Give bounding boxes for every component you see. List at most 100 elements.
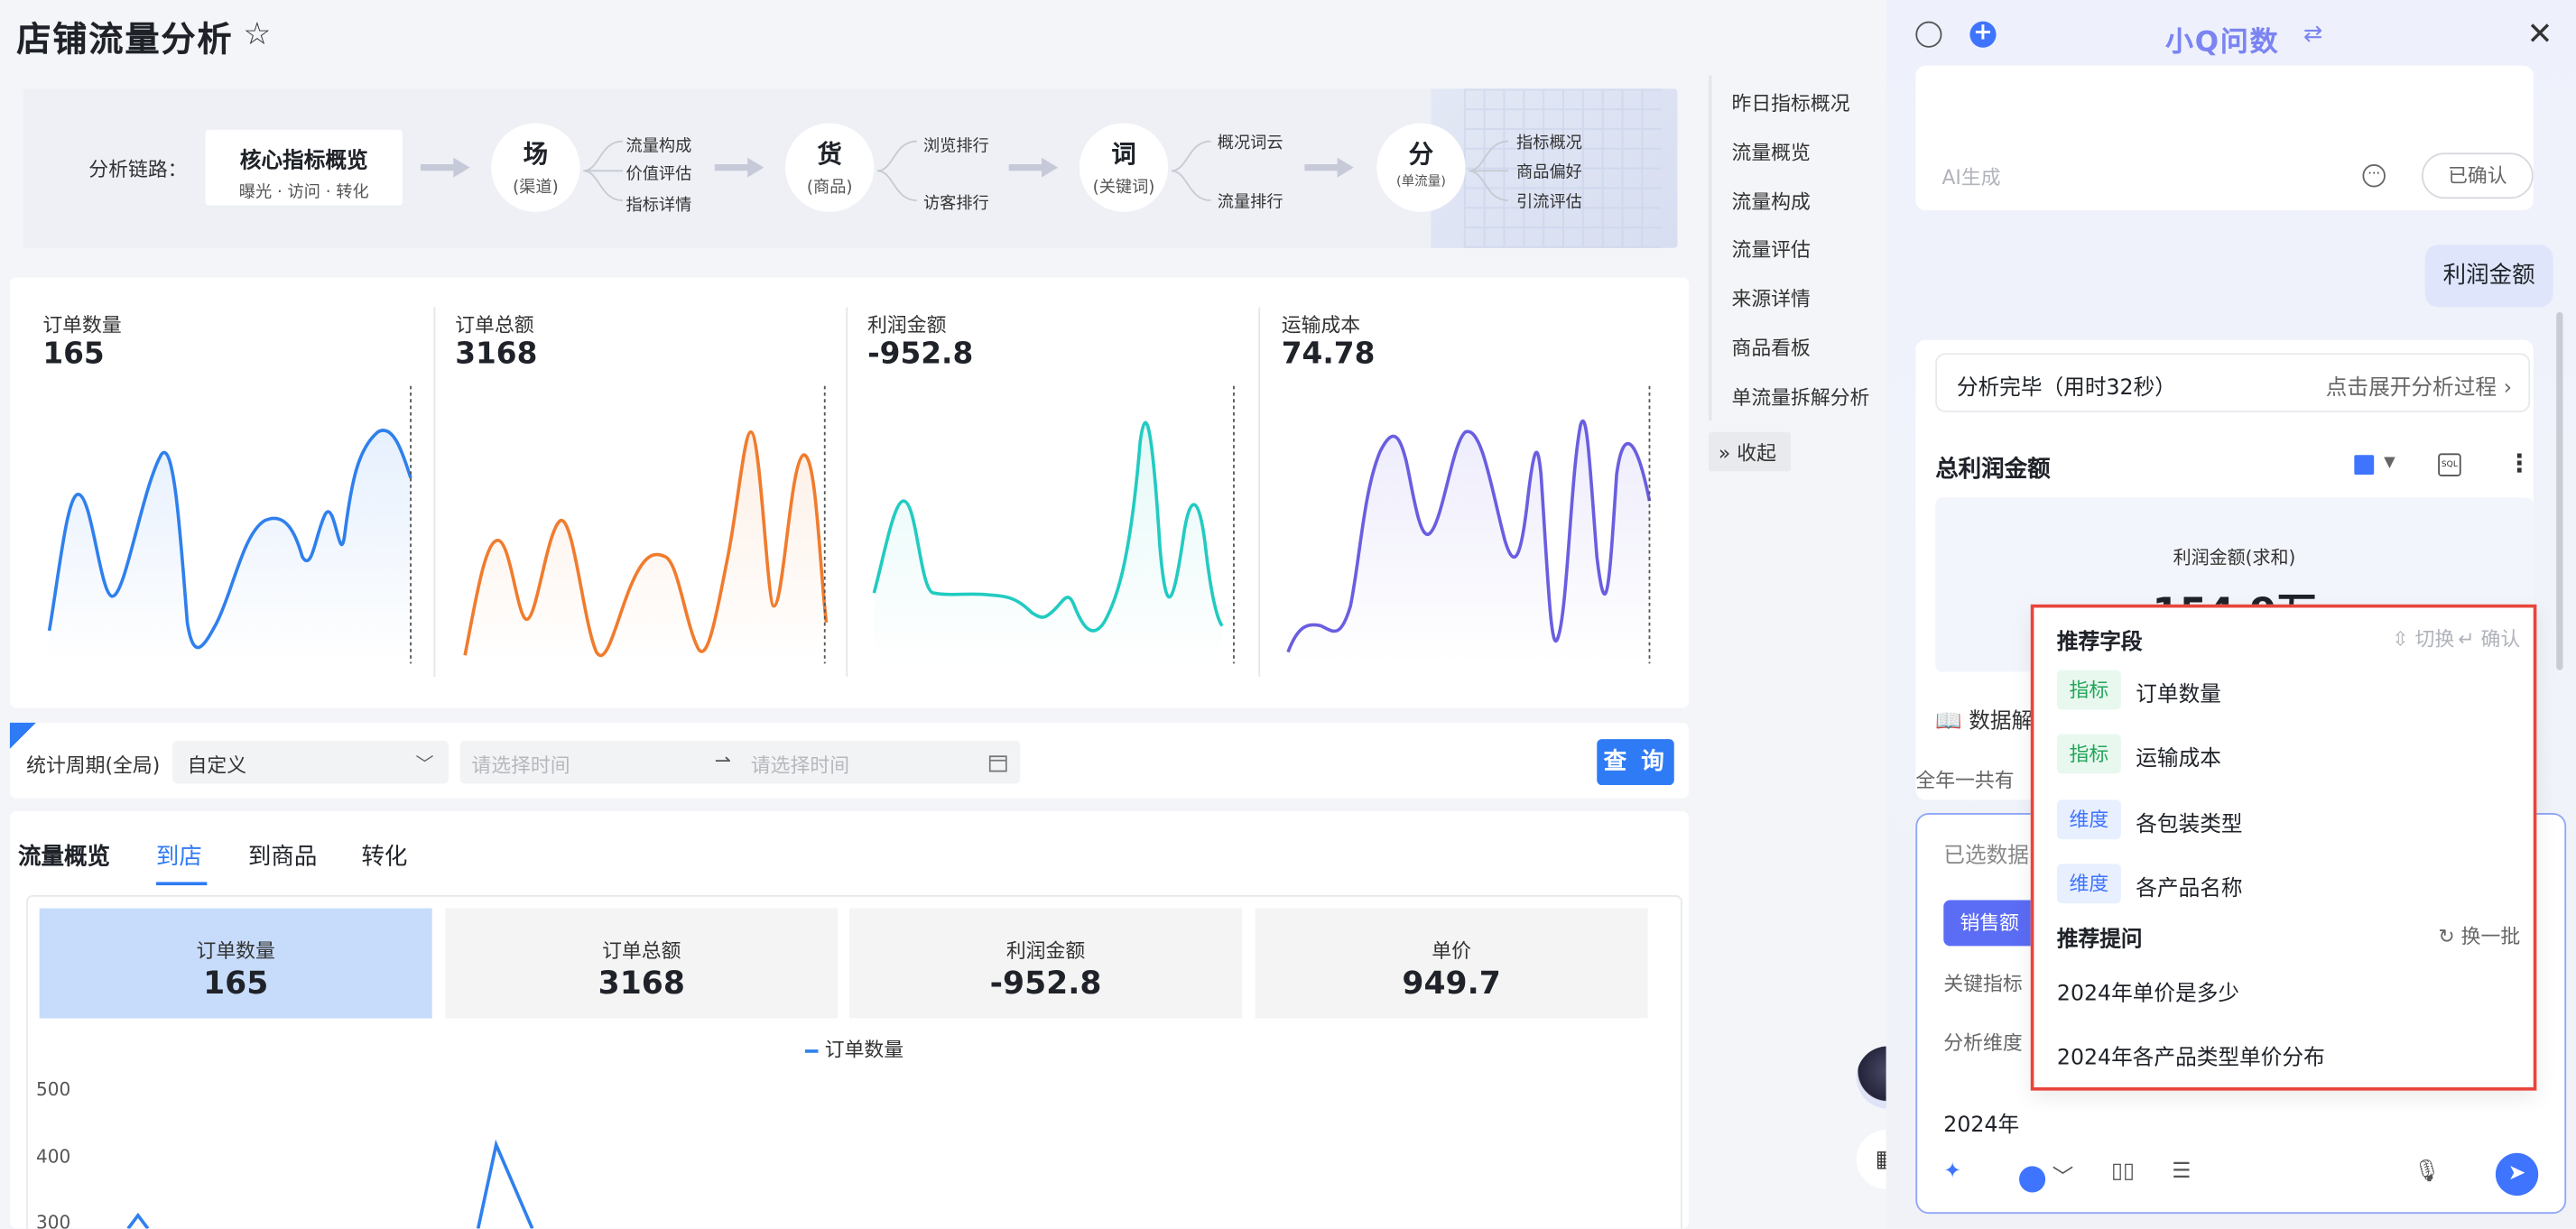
kpi-value: 3168 [455, 337, 538, 372]
chain-node-goods[interactable]: 货 (商品) [785, 123, 875, 212]
dimension-tag: 维度 [2056, 799, 2121, 840]
nav-item[interactable]: 流量概览 [1731, 138, 1810, 166]
kpi-profit[interactable]: 利润金额 -952.8 [835, 278, 1246, 708]
recommended-field[interactable]: 运输成本 [2136, 741, 2221, 772]
book-icon[interactable]: ▯▯ [2111, 1160, 2135, 1184]
dimension-tag: 维度 [2056, 864, 2121, 904]
recommended-field[interactable]: 订单数量 [2136, 677, 2221, 707]
tab-traffic-overview[interactable]: 流量概览 [18, 839, 110, 872]
close-icon[interactable]: ✕ [2526, 16, 2553, 52]
collapse-button[interactable]: » 收起 [1709, 431, 1792, 472]
previous-answer-card: AI生成 ··· 已确认 [1915, 65, 2534, 210]
chain-subitem[interactable]: 访客排行 [923, 189, 989, 214]
analysis-status-bar[interactable]: 分析完毕（用时32秒） 点击展开分析过程 › [1935, 353, 2531, 412]
node-title: 场 [523, 139, 549, 170]
chain-subitem[interactable]: 流量排行 [1218, 188, 1283, 212]
swap-icon[interactable]: ⇄ [2303, 22, 2322, 48]
nav-item[interactable]: 单流量拆解分析 [1731, 383, 1869, 411]
query-button[interactable]: 查 询 [1597, 739, 1674, 786]
chain-node-channel[interactable]: 场 (渠道) [491, 123, 580, 212]
recommended-question[interactable]: 2024年各产品类型单价分布 [2057, 1040, 2325, 1070]
metric-box-order-count[interactable]: 订单数量 165 [39, 908, 432, 1019]
microphone-icon[interactable]: 🎙 [2414, 1160, 2441, 1184]
metric-box-order-total[interactable]: 订单总额 3168 [445, 908, 839, 1019]
model-select[interactable]: ﹀ [2019, 1160, 2073, 1192]
chain-node-keyword[interactable]: 词 (关键词) [1079, 123, 1169, 212]
panel-scrollbar[interactable] [2556, 311, 2563, 670]
questions-title: 推荐提问 [2056, 928, 2143, 953]
chart-legend[interactable]: 订单数量 [804, 1035, 903, 1063]
chain-subitem[interactable]: 概况词云 [1218, 128, 1283, 152]
star-icon[interactable]: ☆ [243, 16, 271, 52]
recommended-field[interactable]: 各产品名称 [2136, 871, 2242, 901]
data-source-link[interactable]: 📖 数据解 [1935, 703, 2034, 735]
send-button[interactable]: ➤ [2495, 1152, 2539, 1197]
sales-chip[interactable]: 销售额 [1943, 900, 2043, 947]
nav-item[interactable]: 流量构成 [1731, 188, 1810, 216]
sparkline-chart [47, 385, 412, 664]
arrow-right-icon [420, 157, 470, 178]
selected-data-label: 已选数据 [1943, 844, 2029, 869]
chain-subitem[interactable]: 浏览排行 [923, 132, 989, 156]
more-vertical-icon[interactable]: ⋮ [2507, 448, 2532, 478]
confirm-button[interactable]: ↵ 确认 [2458, 624, 2520, 652]
chain-subitem[interactable]: 流量构成 [625, 132, 691, 156]
history-icon[interactable] [1915, 21, 1942, 48]
sql-icon[interactable]: SQL [2438, 453, 2461, 476]
nav-item[interactable]: 商品看板 [1731, 334, 1810, 362]
page-title: 店铺流量分析 [16, 19, 234, 60]
nav-item[interactable]: 流量评估 [1731, 235, 1810, 263]
analysis-done-text: 分析完毕（用时32秒） [1956, 375, 2176, 402]
tab-to-store[interactable]: 到店 [156, 839, 202, 872]
chain-subitem[interactable]: 指标概况 [1516, 128, 1582, 152]
chain-subitem[interactable]: 引流评估 [1516, 188, 1582, 212]
chart-type-icon[interactable] [2354, 455, 2375, 476]
node-subtitle: (关键词) [1092, 179, 1155, 198]
metric-box-profit[interactable]: 利润金额 -952.8 [849, 908, 1243, 1019]
kpi-label: 订单数量 [42, 313, 122, 337]
user-message: 利润金额 [2424, 245, 2553, 308]
metric-value: 165 [203, 966, 269, 1003]
tab-to-goods[interactable]: 到商品 [248, 839, 317, 872]
end-date-input[interactable]: 请选择时间 [751, 751, 849, 779]
confirmed-button[interactable]: 已确认 [2421, 152, 2534, 199]
period-select[interactable]: 自定义 ﹀ [172, 740, 449, 784]
period-label: 统计周期(全局) [26, 753, 161, 777]
chain-subitem[interactable]: 价值评估 [625, 160, 691, 184]
nav-item[interactable]: 昨日指标概况 [1731, 88, 1849, 116]
chain-subitem[interactable]: 商品偏好 [1516, 158, 1582, 182]
refresh-button[interactable]: ↻ 换一批 [2438, 921, 2520, 949]
list-icon[interactable]: ☰ [2172, 1160, 2191, 1184]
arrow-right-icon [1304, 157, 1354, 178]
kpi-label: 订单总额 [455, 313, 534, 337]
caret-down-icon[interactable]: ▼ [2384, 455, 2395, 471]
metric-value: 949.7 [1402, 966, 1501, 1003]
arrow-right-icon [1008, 157, 1059, 178]
confirm-label: 确认 [2480, 627, 2521, 651]
start-date-input[interactable]: 请选择时间 [471, 751, 570, 779]
data-source-label: 数据解 [1969, 709, 2034, 735]
active-tab-underline [155, 882, 208, 886]
metric-label: 订单总额 [602, 939, 681, 963]
kpi-order-count[interactable]: 订单数量 165 [10, 278, 421, 708]
tab-conversion[interactable]: 转化 [361, 839, 407, 872]
chain-subitem[interactable]: 指标详情 [625, 190, 691, 215]
kpi-order-total[interactable]: 订单总额 3168 [422, 278, 833, 708]
question-input[interactable]: 2024年 [1943, 1107, 2019, 1138]
chain-node-single-flow[interactable]: 分 (单流量) [1376, 123, 1466, 212]
nav-item[interactable]: 来源详情 [1731, 284, 1810, 312]
branch-connector [876, 140, 917, 201]
switch-button[interactable]: ⇳ 切换 [2392, 624, 2454, 652]
add-icon[interactable]: + [1969, 21, 1997, 48]
node-title: 分 [1408, 139, 1434, 170]
magic-wand-icon[interactable]: ✦ [1943, 1160, 1961, 1184]
recommended-field[interactable]: 各包装类型 [2136, 807, 2242, 837]
order-count-line [126, 1139, 534, 1229]
date-range-picker[interactable]: 请选择时间 ⇀ 请选择时间 [459, 740, 1021, 784]
core-metrics-box[interactable]: 核心指标概览 曝光 · 访问 · 转化 [205, 129, 403, 206]
recommended-question[interactable]: 2024年单价是多少 [2057, 975, 2239, 1006]
more-icon[interactable]: ··· [2362, 164, 2386, 188]
kpi-value: 74.78 [1281, 337, 1376, 372]
kpi-shipping-cost[interactable]: 运输成本 74.78 [1248, 278, 1659, 708]
metric-box-unit-price[interactable]: 单价 949.7 [1255, 908, 1648, 1019]
